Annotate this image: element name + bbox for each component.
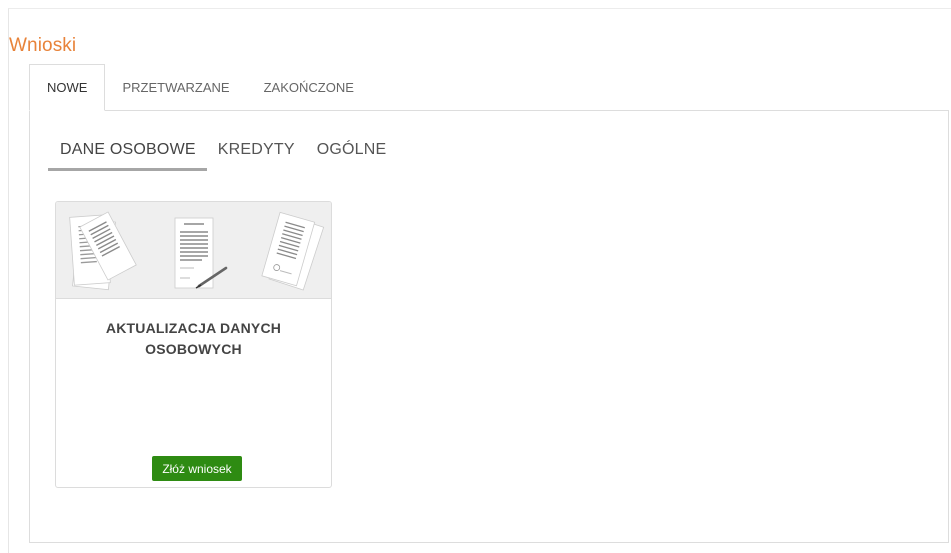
paper-stack-left-icon	[69, 211, 137, 291]
submit-application-button[interactable]: Złóż wniosek	[152, 456, 242, 481]
tab-przetwarzane[interactable]: PRZETWARZANE	[105, 64, 246, 110]
tab-zakonczone[interactable]: ZAKOŃCZONE	[247, 64, 371, 110]
tab-nowe[interactable]: NOWE	[29, 64, 106, 111]
card-title-line2: OSOBOWYCH	[145, 341, 242, 357]
top-tabs: NOWE PRZETWARZANE ZAKOŃCZONE	[29, 64, 371, 111]
documents-illustration	[56, 202, 331, 299]
sub-tabs: DANE OSOBOWE KREDYTY OGÓLNE	[48, 141, 397, 171]
page-title: Wnioski	[9, 34, 77, 56]
card-title: AKTUALIZACJA DANYCH OSOBOWYCH	[56, 318, 331, 360]
paper-stack-right-icon	[261, 211, 325, 291]
subtab-dane-osobowe[interactable]: DANE OSOBOWE	[48, 141, 207, 171]
card-title-line1: AKTUALIZACJA DANYCH	[105, 320, 282, 336]
subtab-ogolne[interactable]: OGÓLNE	[306, 141, 398, 171]
subtab-kredyty[interactable]: KREDYTY	[207, 141, 306, 171]
application-card: AKTUALIZACJA DANYCH OSOBOWYCH Złóż wnios…	[55, 201, 332, 488]
tab-panel: DANE OSOBOWE KREDYTY OGÓLNE AKTUALIZACJA…	[29, 110, 949, 543]
document-with-pen-icon	[174, 217, 228, 289]
